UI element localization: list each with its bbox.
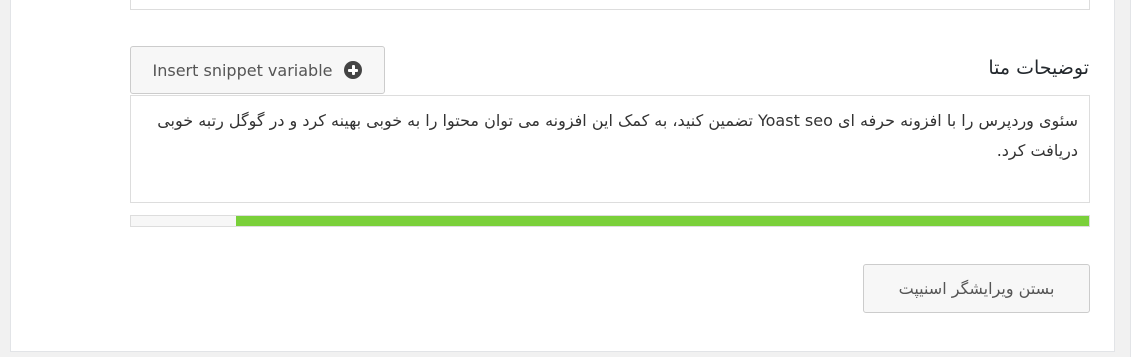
progress-fill <box>236 216 1089 226</box>
meta-description-label: توضیحات متا <box>988 57 1089 79</box>
previous-field[interactable] <box>130 0 1090 10</box>
meta-description-field[interactable]: سئوی وردپرس را با افزونه حرفه ای Yoast s… <box>130 95 1090 203</box>
plus-circle-icon <box>344 61 363 79</box>
section-divider <box>10 351 1115 352</box>
close-snippet-editor-button[interactable]: بستن ویرایشگر اسنیپت <box>863 264 1090 313</box>
sidebar-edge <box>1130 0 1145 357</box>
insert-snippet-variable-label: Insert snippet variable <box>152 60 333 80</box>
meta-description-length-progress <box>130 215 1090 227</box>
insert-snippet-variable-button[interactable]: Insert snippet variable <box>130 46 385 94</box>
